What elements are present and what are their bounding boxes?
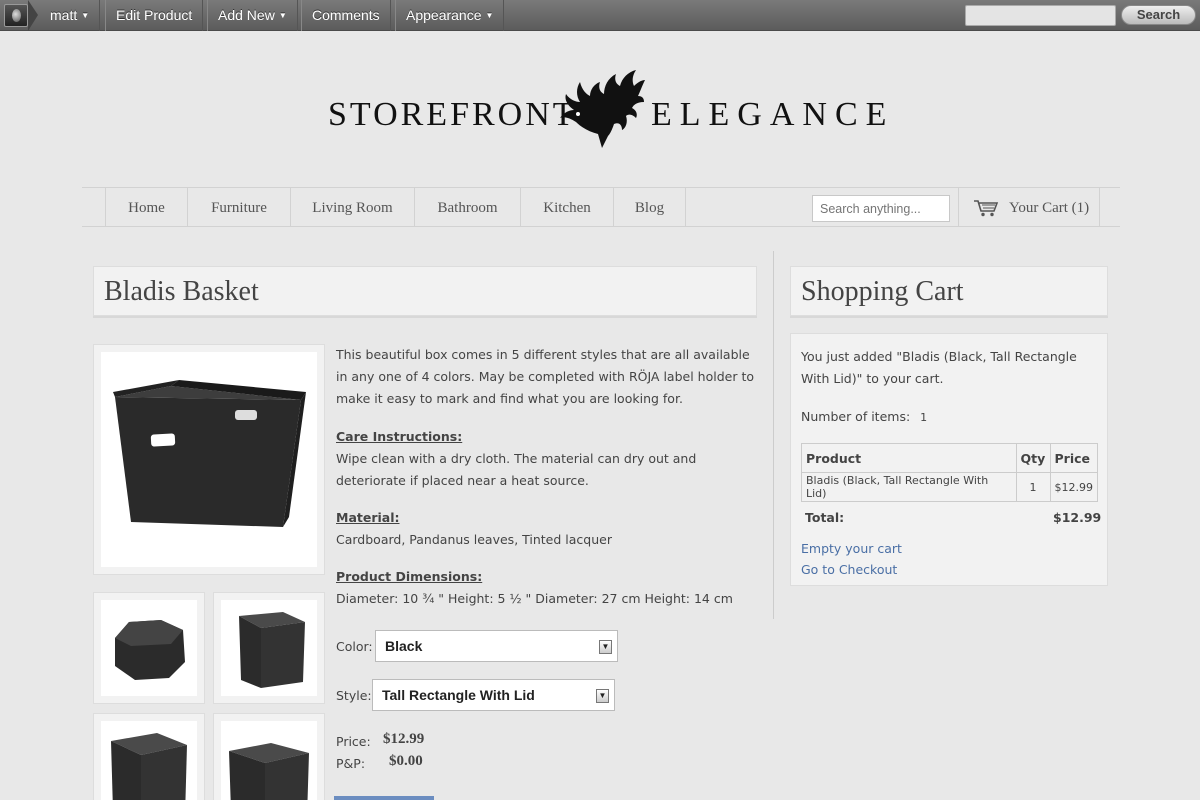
price-value: $12.99 xyxy=(383,731,425,747)
style-label: Style: xyxy=(336,688,372,703)
pp-value: $0.00 xyxy=(389,753,423,769)
cart-widget: You just added "Bladis (Black, Tall Rect… xyxy=(790,333,1108,586)
nav-cart-label: Your Cart (1) xyxy=(1009,200,1090,216)
material-text: Cardboard, Pandanus leaves, Tinted lacqu… xyxy=(336,532,612,547)
dimensions-section: Product Dimensions: Diameter: 10 ¾ " Hei… xyxy=(336,566,756,610)
admin-search-button[interactable]: Search xyxy=(1121,5,1196,25)
care-heading: Care Instructions: xyxy=(336,429,463,444)
product-description: This beautiful box comes in 5 different … xyxy=(336,347,754,406)
product-thumbnail[interactable] xyxy=(214,593,324,703)
appearance-label: Appearance xyxy=(406,7,482,23)
nav-item-home[interactable]: Home xyxy=(105,188,187,226)
lidded-box-image xyxy=(221,721,317,800)
empty-cart-link[interactable]: Empty your cart xyxy=(801,541,902,556)
dropdown-arrow-icon: ▼ xyxy=(599,640,612,654)
cart-table: Product Qty Price Bladis (Black, Tall Re… xyxy=(801,443,1098,502)
care-instructions: Care Instructions: Wipe clean with a dry… xyxy=(336,426,756,492)
admin-user-label: matt xyxy=(50,7,78,23)
admin-search-input[interactable] xyxy=(965,5,1116,26)
logo-text-left: STOREFRONT xyxy=(328,96,577,133)
dimensions-heading: Product Dimensions: xyxy=(336,569,483,584)
admin-bar: matt ▼ Edit Product Add New ▼ Comments App… xyxy=(0,0,1200,31)
comments-label: Comments xyxy=(312,7,380,23)
tall-box-image xyxy=(221,600,317,696)
edit-product-label: Edit Product xyxy=(116,7,193,23)
main-navigation: Home Furniture Living Room Bathroom Kitc… xyxy=(82,187,1120,227)
pp-label: P&P: xyxy=(336,756,366,771)
product-thumbnail[interactable] xyxy=(94,593,204,703)
cart-row-qty: 1 xyxy=(1015,472,1051,502)
product-title: Bladis Basket xyxy=(93,266,757,316)
site-icon[interactable] xyxy=(4,4,28,27)
cart-added-message: You just added "Bladis (Black, Tall Rect… xyxy=(801,349,1077,386)
cart-row-product: Bladis (Black, Tall Rectangle With Lid) xyxy=(801,472,1017,502)
col-header-price: Price xyxy=(1049,443,1098,473)
nav-item-living-room[interactable]: Living Room xyxy=(290,188,414,226)
cart-item-count: Number of items: 1 xyxy=(801,406,1101,429)
basket-image xyxy=(101,352,317,567)
shopping-cart-icon xyxy=(974,200,999,217)
checkout-link[interactable]: Go to Checkout xyxy=(801,562,897,577)
nav-cart-link[interactable]: Your Cart (1) xyxy=(958,188,1100,226)
items-count: 1 xyxy=(920,411,928,424)
material-heading: Material: xyxy=(336,510,400,525)
cart-title: Shopping Cart xyxy=(790,266,1108,316)
nav-item-kitchen[interactable]: Kitchen xyxy=(520,188,613,226)
style-select[interactable]: Tall Rectangle With Lid ▼ xyxy=(372,679,615,711)
dropdown-arrow-icon: ▼ xyxy=(596,689,609,703)
raven-logo-icon xyxy=(560,70,645,148)
octagon-box-image xyxy=(101,600,197,696)
site-search-input[interactable] xyxy=(812,195,950,222)
color-label: Color: xyxy=(336,639,373,654)
nav-item-bathroom[interactable]: Bathroom xyxy=(414,188,520,226)
material-section: Material: Cardboard, Pandanus leaves, Ti… xyxy=(336,507,756,551)
edit-product-link[interactable]: Edit Product xyxy=(105,0,204,31)
style-select-value: Tall Rectangle With Lid xyxy=(382,687,535,703)
dimensions-text: Diameter: 10 ¾ " Height: 5 ½ " Diameter:… xyxy=(336,591,733,606)
admin-user-menu[interactable]: matt ▼ xyxy=(40,0,101,31)
add-new-menu[interactable]: Add New ▼ xyxy=(207,0,298,31)
chevron-down-icon: ▼ xyxy=(81,11,90,20)
items-label: Number of items: xyxy=(801,409,911,424)
product-thumbnail[interactable] xyxy=(94,714,204,800)
comments-link[interactable]: Comments xyxy=(301,0,391,31)
add-new-label: Add New xyxy=(218,7,275,23)
price-label: Price: xyxy=(336,734,371,749)
nav-item-furniture[interactable]: Furniture xyxy=(187,188,290,226)
nav-item-blog[interactable]: Blog xyxy=(613,188,686,226)
color-select[interactable]: Black ▼ xyxy=(375,630,618,662)
product-thumbnail[interactable] xyxy=(214,714,324,800)
total-label: Total: xyxy=(805,510,845,525)
product-main-image[interactable] xyxy=(94,345,324,574)
care-text: Wipe clean with a dry cloth. The materia… xyxy=(336,451,697,488)
logo-text-right: ELEGANCE xyxy=(651,96,895,133)
col-header-qty: Qty xyxy=(1015,443,1051,473)
chevron-down-icon: ▼ xyxy=(485,11,494,20)
table-row: Bladis (Black, Tall Rectangle With Lid) … xyxy=(801,472,1098,502)
site-logo[interactable]: STOREFRONT ELEGANCE xyxy=(328,68,886,152)
total-value: $12.99 xyxy=(1053,510,1102,525)
color-select-value: Black xyxy=(385,638,423,654)
admin-bar-separator xyxy=(28,0,38,31)
square-box-image xyxy=(101,721,197,800)
add-to-cart-button[interactable] xyxy=(334,796,434,800)
cart-row-price: $12.99 xyxy=(1049,472,1098,502)
appearance-menu[interactable]: Appearance ▼ xyxy=(395,0,505,31)
column-divider xyxy=(773,251,774,619)
chevron-down-icon: ▼ xyxy=(278,11,287,20)
col-header-product: Product xyxy=(801,443,1017,473)
